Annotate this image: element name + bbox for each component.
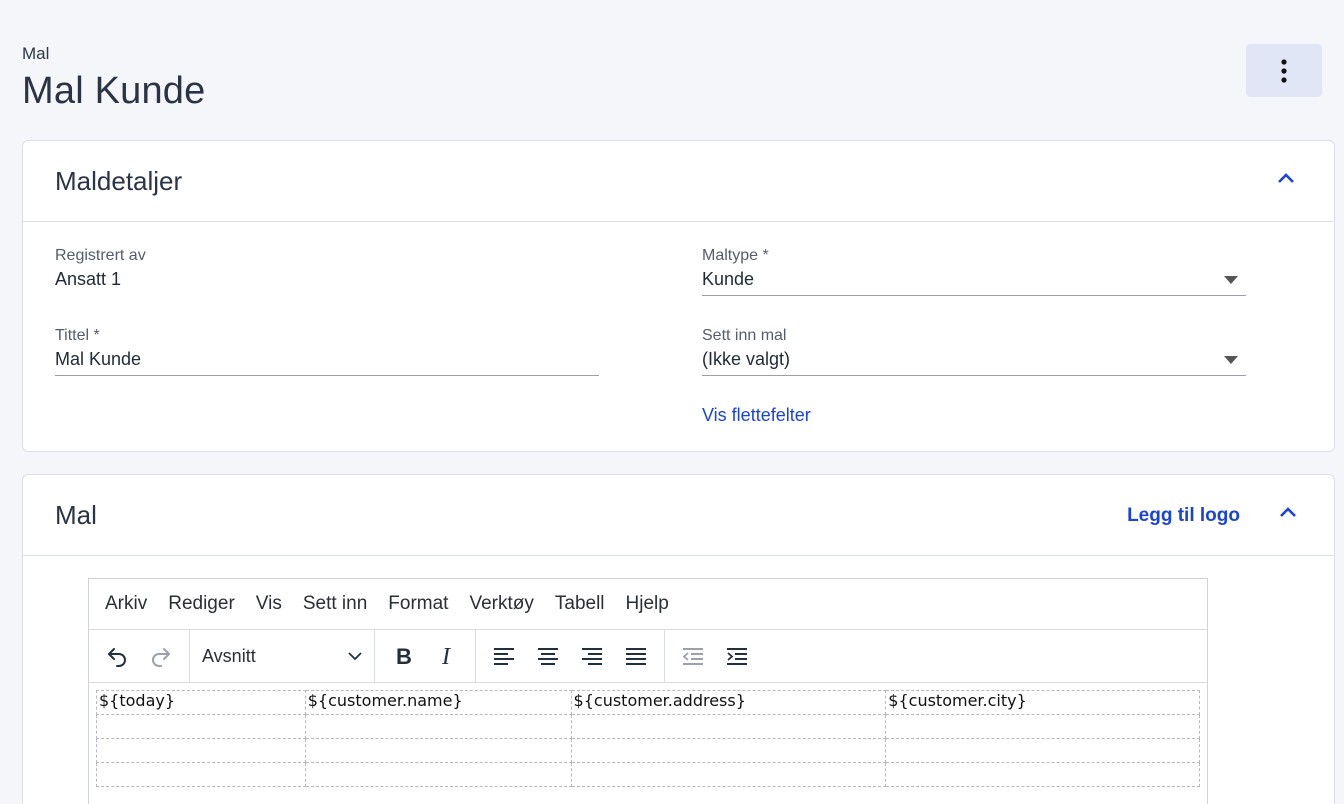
italic-icon: I: [441, 644, 451, 668]
page-header: Mal Mal Kunde: [22, 44, 205, 113]
breadcrumb[interactable]: Mal: [22, 44, 205, 64]
block-format-group: Avsnitt: [190, 630, 375, 682]
history-group: [89, 630, 190, 682]
table-row: [96, 762, 1200, 787]
table-row: ${today} ${customer.name} ${customer.addre…: [96, 690, 1200, 715]
show-merge-fields-link[interactable]: Vis flettefelter: [702, 405, 811, 426]
insert-template-field: Sett inn mal (Ikke valgt): [702, 327, 1246, 376]
menu-view[interactable]: Vis: [256, 593, 282, 615]
svg-text:B: B: [396, 644, 412, 668]
align-justify-button[interactable]: [614, 636, 658, 676]
table-row: [96, 738, 1200, 763]
menu-insert[interactable]: Sett inn: [303, 593, 367, 615]
page-title: Mal Kunde: [22, 70, 206, 112]
outdent-icon: [682, 648, 703, 665]
svg-text:I: I: [441, 644, 451, 668]
title-field: Tittel * Mal Kunde: [55, 327, 599, 376]
registered-by-field: Registrert av Ansatt 1: [55, 247, 599, 290]
align-center-icon: [538, 648, 558, 665]
indent-icon: [727, 648, 747, 665]
align-right-button[interactable]: [570, 636, 614, 676]
table-cell[interactable]: ${customer.address}: [570, 690, 887, 715]
table-cell[interactable]: [885, 714, 1200, 739]
undo-button[interactable]: [95, 636, 139, 676]
table-cell[interactable]: [885, 738, 1200, 763]
editor-menubar: Arkiv Rediger Vis Sett inn Format Verktø…: [89, 579, 1207, 630]
table-cell[interactable]: ${today}: [96, 690, 306, 715]
menu-file[interactable]: Arkiv: [105, 593, 147, 615]
redo-icon: [152, 648, 170, 667]
editor-content[interactable]: ${today} ${customer.name} ${customer.addre…: [89, 683, 1207, 794]
table-cell[interactable]: [96, 738, 306, 763]
table-cell[interactable]: [304, 738, 572, 763]
template-type-select[interactable]: Kunde: [702, 269, 1246, 296]
template-details-title: Maldetaljer: [55, 165, 183, 196]
menu-edit[interactable]: Rediger: [168, 593, 235, 615]
indent-button[interactable]: [715, 636, 759, 676]
table-cell[interactable]: [96, 714, 306, 739]
chevron-down-icon: [348, 651, 362, 660]
indent-group: [665, 630, 765, 682]
insert-template-select[interactable]: (Ikke valgt): [702, 349, 1246, 376]
caret-down-icon: [1224, 276, 1238, 284]
align-left-icon: [494, 648, 514, 665]
table-cell[interactable]: [885, 762, 1200, 787]
title-input[interactable]: Mal Kunde: [55, 349, 599, 376]
registered-by-label: Registrert av: [55, 247, 146, 264]
text-style-group: B I: [375, 630, 476, 682]
outdent-button[interactable]: [671, 636, 715, 676]
rich-text-editor: Arkiv Rediger Vis Sett inn Format Verktø…: [88, 578, 1208, 804]
menu-help[interactable]: Hjelp: [626, 593, 669, 615]
align-left-button[interactable]: [482, 636, 526, 676]
insert-template-label: Sett inn mal: [702, 327, 787, 344]
table-cell[interactable]: [570, 762, 887, 787]
table-row: [96, 714, 1200, 739]
alignment-group: [476, 630, 665, 682]
align-center-button[interactable]: [526, 636, 570, 676]
menu-table[interactable]: Tabell: [555, 593, 605, 615]
redo-button[interactable]: [139, 636, 183, 676]
menu-format[interactable]: Format: [388, 593, 448, 615]
table-cell[interactable]: [570, 738, 887, 763]
table-cell[interactable]: ${customer.name}: [304, 690, 572, 715]
align-right-icon: [582, 648, 602, 665]
undo-icon: [108, 648, 126, 667]
more-options-button[interactable]: [1246, 44, 1322, 97]
table-cell[interactable]: [570, 714, 887, 739]
template-title: Mal: [55, 499, 97, 530]
block-format-select[interactable]: Avsnitt: [190, 636, 374, 676]
block-format-value: Avsnitt: [202, 645, 256, 666]
table-cell[interactable]: ${customer.city}: [885, 690, 1200, 715]
caret-down-icon: [1224, 356, 1238, 364]
add-logo-link[interactable]: Legg til logo: [1127, 505, 1240, 527]
table-cell[interactable]: [96, 762, 306, 787]
bold-button[interactable]: B: [381, 636, 425, 676]
template-details-header[interactable]: Maldetaljer: [23, 141, 1334, 222]
chevron-up-icon[interactable]: [1276, 171, 1296, 185]
table-cell[interactable]: [304, 714, 572, 739]
menu-tools[interactable]: Verktøy: [469, 593, 533, 615]
chevron-up-icon[interactable]: [1278, 505, 1298, 519]
template-details-card: Maldetaljer Registrert av Ansatt 1 Titte…: [22, 140, 1335, 452]
template-card: Mal Legg til logo Arkiv Rediger Vis Sett…: [22, 474, 1335, 804]
italic-button[interactable]: I: [425, 636, 469, 676]
more-vertical-icon: [1281, 58, 1287, 83]
bold-icon: B: [396, 644, 412, 668]
table-cell[interactable]: [304, 762, 572, 787]
registered-by-value: Ansatt 1: [55, 269, 122, 289]
template-type-label: Maltype *: [702, 247, 769, 264]
template-type-field: Maltype * Kunde: [702, 247, 1246, 296]
template-header: Mal Legg til logo: [23, 475, 1334, 556]
editor-toolbar: Avsnitt B I: [89, 630, 1207, 683]
align-justify-icon: [626, 648, 646, 665]
template-table[interactable]: ${today} ${customer.name} ${customer.addre…: [96, 690, 1200, 787]
title-field-label: Tittel *: [55, 327, 100, 344]
